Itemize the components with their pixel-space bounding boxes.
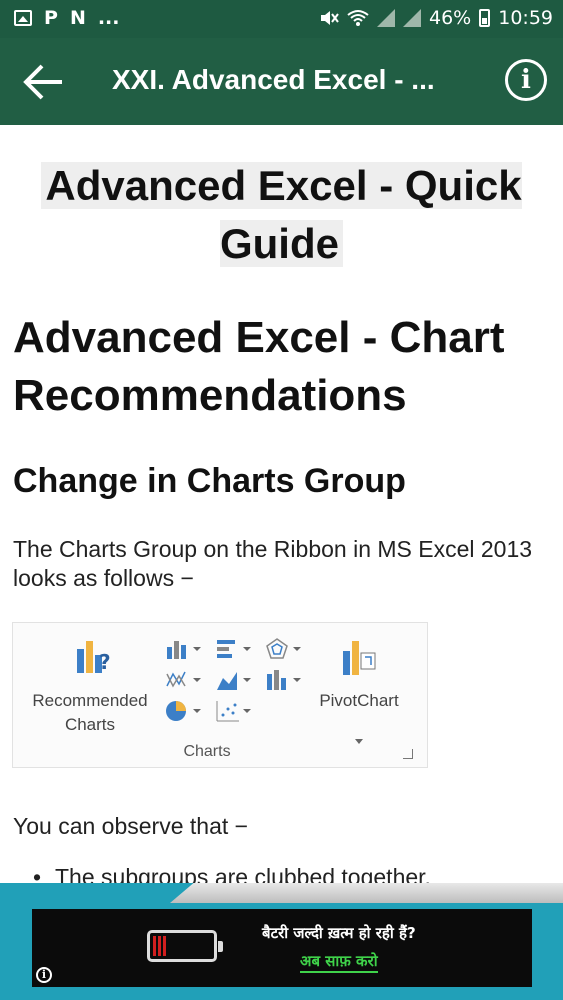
recommended-charts-button: ? Recommended Charts <box>25 639 155 749</box>
article-content: Advanced Excel - Quick Guide Advanced Ex… <box>0 125 563 883</box>
pivotchart-icon <box>343 641 376 675</box>
dialog-launcher-icon <box>403 749 413 759</box>
svg-text:?: ? <box>99 650 111 674</box>
charts-ribbon-image: ? Recommended Charts PivotChart Charts <box>12 622 428 768</box>
ad-banner[interactable]: बैटरी जल्दी ख़त्म हो रही हैं? अब साफ़ कर… <box>32 909 532 987</box>
status-bar: P N ... 46% 10:59 <box>0 0 563 38</box>
stock-chart-icon <box>267 670 301 690</box>
status-time: 10:59 <box>498 7 553 29</box>
info-icon: i <box>521 65 531 95</box>
section-subheading: Change in Charts Group <box>13 462 406 500</box>
battery-icon <box>479 9 491 27</box>
image-notification-icon <box>14 10 32 26</box>
battery-percent: 46% <box>429 7 472 29</box>
info-button[interactable]: i <box>505 59 547 101</box>
n-notification-icon: N <box>69 7 86 29</box>
ad-info-icon[interactable]: i <box>36 967 52 983</box>
low-battery-icon <box>147 930 223 962</box>
section-heading: Advanced Excel - Chart Recommendations <box>13 313 505 420</box>
wifi-icon <box>347 10 369 26</box>
signal-1-icon <box>377 9 395 27</box>
mute-icon <box>321 11 339 25</box>
signal-2-icon <box>403 9 421 27</box>
intro-paragraph: The Charts Group on the Ribbon in MS Exc… <box>13 536 533 591</box>
recommended-charts-icon: ? <box>77 641 111 674</box>
status-right-icons: 46% 10:59 <box>319 7 553 29</box>
pivotchart-dropdown-icon <box>355 739 363 744</box>
ad-cta-link[interactable]: अब साफ़ करो <box>300 951 378 973</box>
app-bar: XXI. Advanced Excel - ... i <box>0 38 563 125</box>
charts-group-label: Charts <box>183 743 231 760</box>
status-left-icons: P N ... <box>14 7 120 29</box>
list-item: The subgroups are clubbed together. <box>33 863 431 883</box>
recommended-charts-label: Recommended Charts <box>32 691 148 734</box>
document-title: Advanced Excel - Quick Guide <box>14 157 549 273</box>
document-title-text: Advanced Excel - Quick Guide <box>41 162 522 267</box>
bar-chart-icon <box>217 640 251 658</box>
line-chart-icon <box>166 671 201 688</box>
battery-level-fill <box>153 936 168 956</box>
column-chart-icon <box>167 641 201 659</box>
back-button[interactable] <box>20 60 66 104</box>
p-notification-icon: P <box>44 7 58 29</box>
observe-paragraph: You can observe that − <box>13 813 249 839</box>
area-chart-icon <box>217 672 251 690</box>
ad-headline: बैटरी जल्दी ख़त्म हो रही हैं? <box>262 924 416 942</box>
more-notifications-icon: ... <box>97 7 120 29</box>
ad-shelf-graphic <box>170 883 563 903</box>
pivotchart-button: PivotChart <box>313 639 405 749</box>
scatter-chart-icon <box>216 701 251 722</box>
page-title: XXI. Advanced Excel - ... <box>112 64 435 95</box>
pivotchart-label: PivotChart <box>319 691 399 710</box>
radar-chart-icon <box>266 638 301 659</box>
back-arrow-icon <box>23 64 62 100</box>
pie-chart-icon <box>166 701 201 721</box>
ad-banner-container[interactable]: बैटरी जल्दी ख़त्म हो रही हैं? अब साफ़ कर… <box>0 883 563 1000</box>
